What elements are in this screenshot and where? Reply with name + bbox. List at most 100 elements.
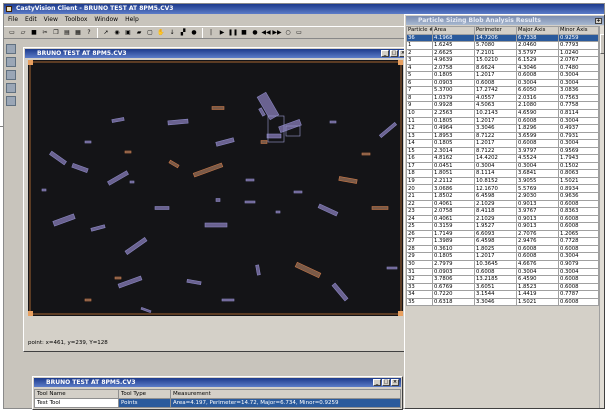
particle-image[interactable]: [28, 60, 403, 316]
table-row[interactable]: 15 2.3014 8.7122 3.9797 0.9569: [406, 146, 599, 156]
table-row[interactable]: 20 3.0686 12.1670 5.5769 0.8934: [406, 184, 599, 194]
column-header-tool-name[interactable]: Tool Name: [34, 389, 119, 399]
column-header-tool-type[interactable]: Tool Type: [118, 389, 171, 399]
table-row[interactable]: 11 0.1805 1.2017 0.6008 0.3004: [406, 116, 599, 126]
save-icon[interactable]: ■: [29, 28, 39, 38]
table-row[interactable]: 33 0.6769 3.6051 1.8523 0.6008: [406, 282, 599, 292]
image-window-title-bar[interactable]: BRUNO TEST AT 8PM5.CV3 _ □ ×: [25, 49, 409, 58]
pointer-icon[interactable]: ➚: [101, 28, 111, 38]
table-row[interactable]: 9 0.9928 4.5063 2.1080 0.7758: [406, 101, 599, 110]
print-icon[interactable]: ▦: [73, 28, 83, 38]
down-arrow-icon[interactable]: ↓: [167, 28, 177, 38]
column-header-measurement[interactable]: Measurement: [170, 389, 401, 399]
grab-icon[interactable]: ✋: [156, 28, 166, 38]
table-cell: 6.4598: [474, 237, 517, 246]
table-row[interactable]: 14 0.1805 1.2017 0.6008 0.3004: [406, 139, 599, 148]
table-row[interactable]: 21 1.8502 6.4598 2.9030 0.9636: [406, 192, 599, 201]
menu-toolbox[interactable]: Toolbox: [65, 14, 88, 25]
table-row[interactable]: 3 4.9639 15.0210 6.1529 2.0767: [406, 56, 599, 65]
circle-tool-icon[interactable]: ●: [189, 28, 199, 38]
menu-window[interactable]: Window: [94, 14, 118, 25]
column-header-major-axis[interactable]: Major Axis: [516, 26, 559, 35]
minimize-button[interactable]: _: [381, 50, 389, 57]
play-icon[interactable]: ▶: [217, 28, 227, 38]
table-row[interactable]: 35 0.6318 3.3046 1.5021 0.6008: [406, 297, 599, 307]
table-row[interactable]: 27 1.3989 6.4598 2.9476 0.7728: [406, 237, 599, 246]
table-row[interactable]: 25 0.3159 1.9527 0.9013 0.6008: [406, 222, 599, 231]
menu-help[interactable]: Help: [125, 14, 139, 25]
table-row[interactable]: 18 1.8051 8.1114 3.6841 0.8063: [406, 169, 599, 178]
table-row[interactable]: 32 3.7806 13.2185 6.4590 0.6008: [406, 275, 599, 284]
close-button[interactable]: ×: [391, 379, 399, 386]
maximize-button[interactable]: □: [382, 379, 390, 386]
frame-icon[interactable]: ▢: [145, 28, 155, 38]
menu-edit[interactable]: Edit: [25, 14, 37, 25]
column-header-perimeter[interactable]: Perimeter: [474, 26, 517, 35]
table-row[interactable]: 16 4.8162 14.4202 4.5524 1.7943: [406, 154, 599, 163]
table-cell: 0.8934: [558, 184, 599, 194]
rewind-icon[interactable]: ◀◀: [261, 28, 271, 38]
pause-icon[interactable]: ❚❚: [228, 28, 238, 38]
open-folder-icon[interactable]: ▱: [18, 28, 28, 38]
column-header-particle[interactable]: Particle #: [406, 26, 433, 35]
copy-icon[interactable]: ❐: [51, 28, 61, 38]
scrollbar-thumb[interactable]: [600, 34, 604, 54]
paste-icon[interactable]: ▤: [62, 28, 72, 38]
table-row[interactable]: 13 1.8953 8.7122 3.6599 0.7931: [406, 131, 599, 141]
tool-select-icon[interactable]: [6, 44, 16, 54]
minimize-button[interactable]: _: [373, 379, 381, 386]
camera-icon[interactable]: ◉: [112, 28, 122, 38]
menu-file[interactable]: File: [8, 14, 18, 25]
table-row[interactable]: 12 0.4964 3.3046 1.8296 0.4937: [406, 124, 599, 133]
loop-icon[interactable]: ○: [283, 28, 293, 38]
record-icon[interactable]: ●: [250, 28, 260, 38]
frame-view-icon[interactable]: ▭: [294, 28, 304, 38]
table-row[interactable]: 30 2.7979 10.3645 4.6676 0.9079: [406, 259, 599, 269]
tool-line-icon[interactable]: [6, 57, 16, 67]
expand-button[interactable]: +: [595, 18, 602, 24]
tool-measure-icon[interactable]: [6, 96, 16, 106]
cut-icon[interactable]: ✂: [40, 28, 50, 38]
table-row[interactable]: 36 4.1968 14.7206 6.7338 0.9259: [406, 33, 599, 43]
table-row[interactable]: 10 2.2563 10.2143 4.6590 0.8114: [406, 109, 599, 118]
tool-count-icon[interactable]: [6, 83, 16, 93]
table-row[interactable]: 1 1.6245 5.7080 2.0460 0.7793: [406, 41, 599, 50]
help-icon[interactable]: ?: [84, 28, 94, 38]
fast-forward-icon[interactable]: ▶▶: [272, 28, 282, 38]
table-row[interactable]: 8 1.0379 4.0557 2.0316 0.7563: [406, 93, 599, 103]
new-file-icon[interactable]: ▭: [7, 28, 17, 38]
separator-icon[interactable]: |: [206, 28, 216, 38]
column-header-minor-axis[interactable]: Minor Axis: [558, 26, 599, 35]
table-row[interactable]: 5 0.1805 1.2017 0.6008 0.3004: [406, 71, 599, 80]
maximize-button[interactable]: □: [390, 50, 398, 57]
table-row[interactable]: 2 2.6625 7.2101 3.5797 1.0240: [406, 48, 599, 58]
table-cell: 1.5021: [558, 176, 599, 186]
table-row[interactable]: 28 0.3610 1.8025 0.6008 0.6008: [406, 244, 599, 254]
table-cell: 25: [406, 222, 433, 231]
column-header-area[interactable]: Area: [432, 26, 475, 35]
table-cell: 7: [406, 86, 433, 95]
table-row[interactable]: 19 2.2112 10.8152 3.9055 1.5021: [406, 176, 599, 186]
table-row[interactable]: Test Tool Points Area=4.197, Perimeter=1…: [34, 398, 401, 408]
table-row[interactable]: 4 2.0758 8.6624 4.3046 0.7480: [406, 63, 599, 73]
results-window-title-bar[interactable]: Particle Sizing Blob Analysis Results +: [406, 16, 604, 25]
table-row[interactable]: 22 0.4061 2.1029 0.9013 0.6008: [406, 199, 599, 209]
vertical-scrollbar[interactable]: [599, 26, 604, 408]
table-row[interactable]: 34 0.7220 3.1544 1.4419 0.7787: [406, 290, 599, 299]
image-icon[interactable]: ▣: [123, 28, 133, 38]
table-row[interactable]: 29 0.1805 1.2017 0.6008 0.3004: [406, 252, 599, 261]
table-row[interactable]: 26 1.7149 6.6093 2.7076 1.2065: [406, 229, 599, 239]
measurement-window-title-bar[interactable]: BRUNO TEST AT 8PM5.CV3 _ □ ×: [34, 378, 401, 387]
table-row[interactable]: 24 0.4061 2.1029 0.9013 0.6008: [406, 214, 599, 224]
table-row[interactable]: 6 0.0903 0.6008 0.3004 0.3004: [406, 78, 599, 88]
menu-view[interactable]: View: [44, 14, 58, 25]
app-title-bar[interactable]: CastyVision Client - BRUNO TEST AT 8PM5.…: [4, 4, 604, 14]
stop-icon[interactable]: ■: [239, 28, 249, 38]
threshold-icon[interactable]: ▞: [178, 28, 188, 38]
tool-area-icon[interactable]: [6, 70, 16, 80]
table-row[interactable]: 31 0.0903 0.6008 0.3004 0.3004: [406, 267, 599, 277]
table-row[interactable]: 23 2.0758 8.4118 3.9767 0.8363: [406, 207, 599, 216]
table-row[interactable]: 17 0.0451 0.3004 0.3004 0.1502: [406, 161, 599, 171]
table-row[interactable]: 7 5.3700 17.2742 6.6050 3.0836: [406, 86, 599, 95]
folder-icon[interactable]: ▰: [134, 28, 144, 38]
